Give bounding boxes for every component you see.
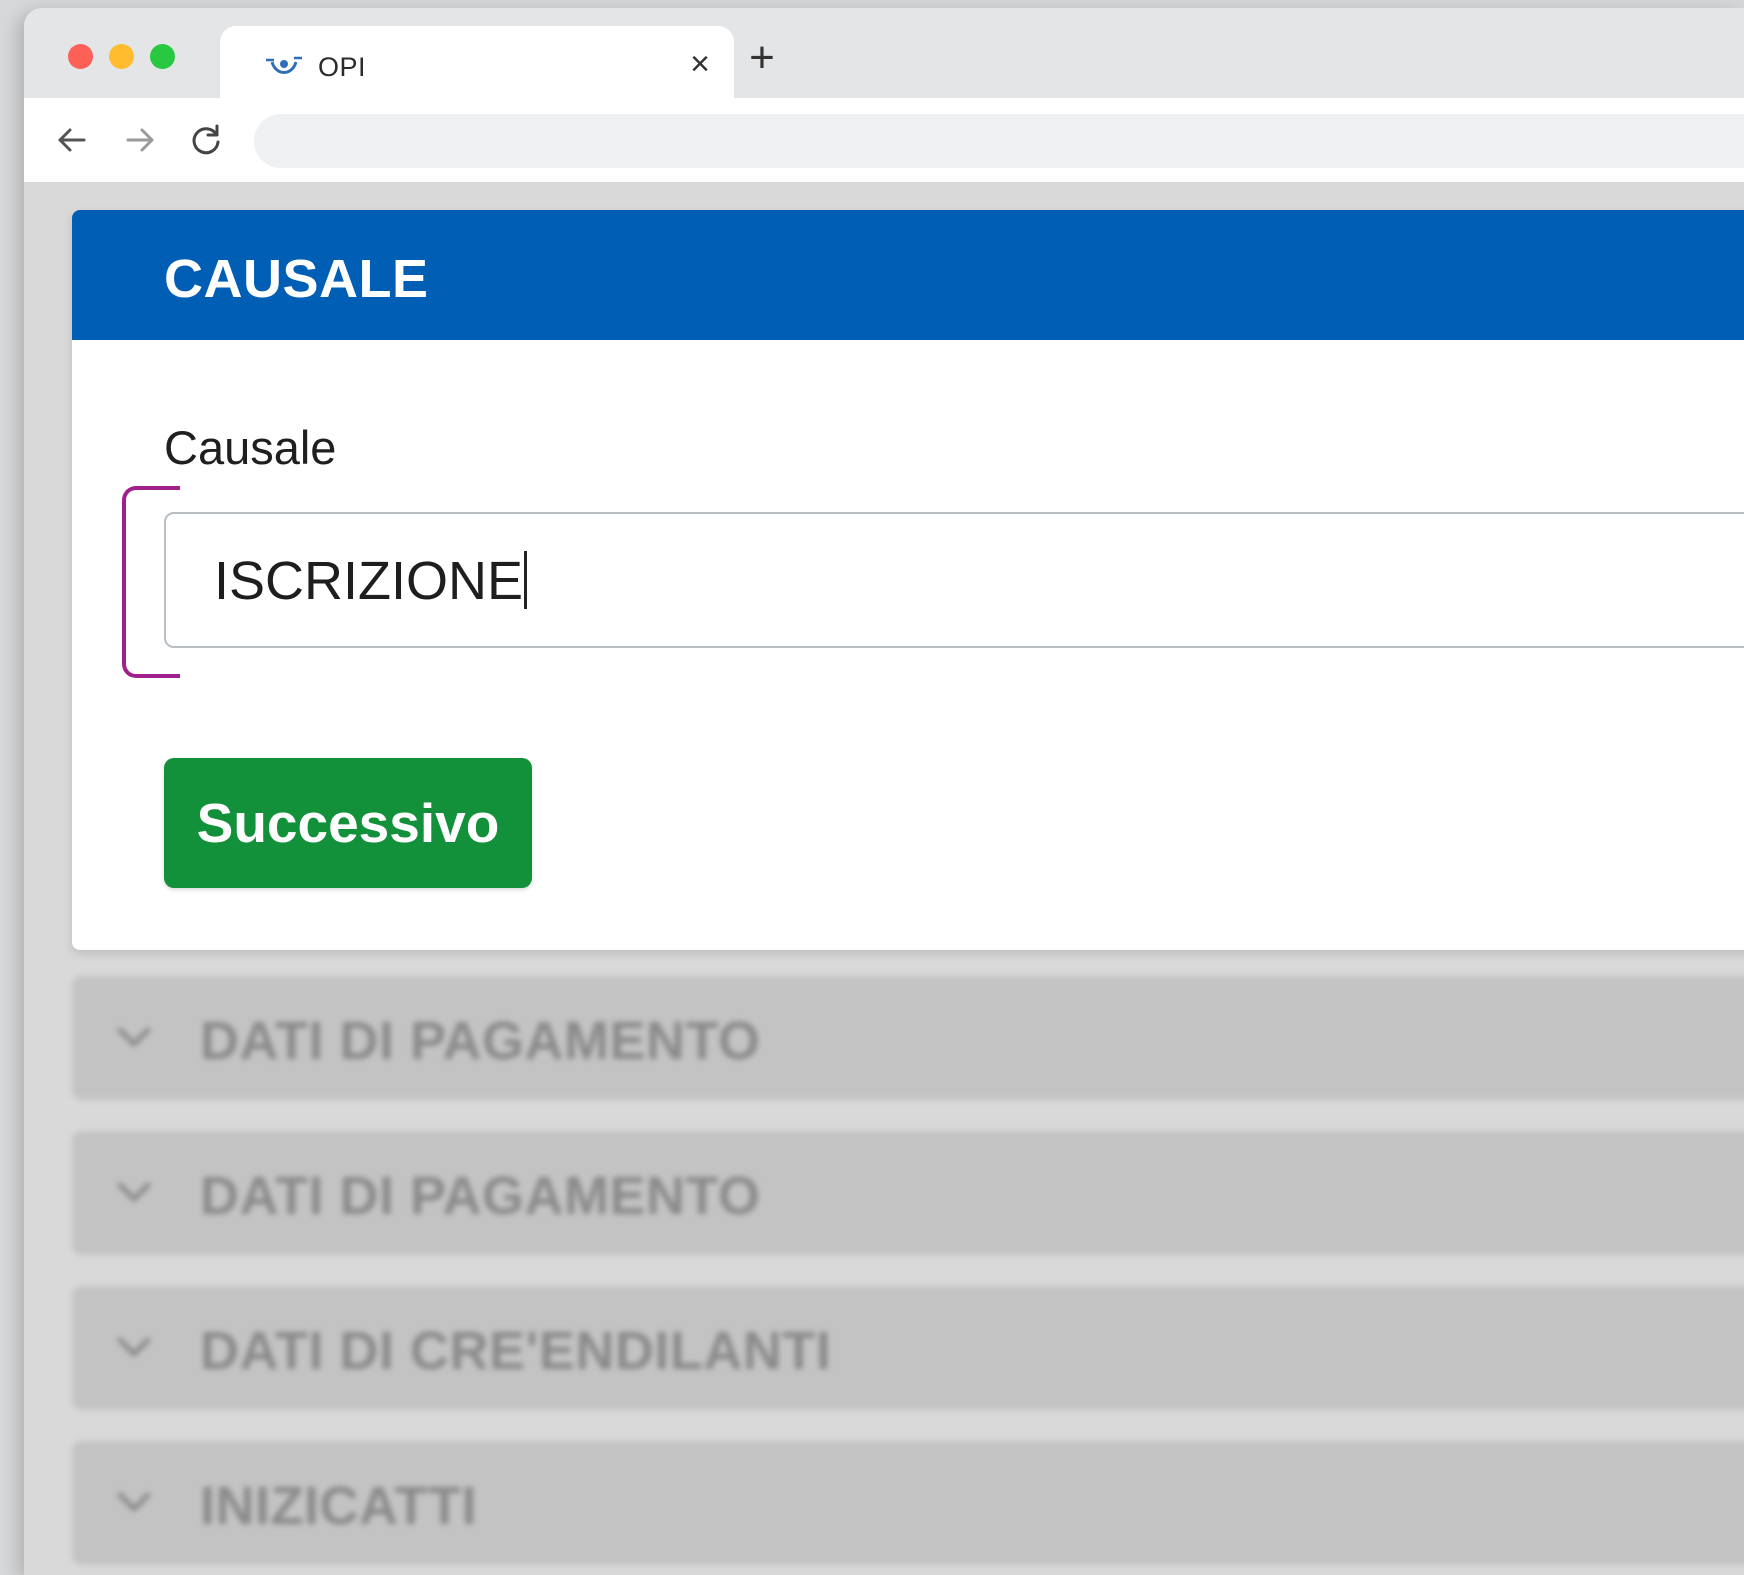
card-header: CAUSALE	[72, 210, 1744, 340]
chevron-down-icon	[117, 1027, 151, 1047]
close-window-button[interactable]	[68, 44, 93, 69]
new-tab-button[interactable]: +	[740, 36, 784, 80]
chevron-down-icon	[117, 1337, 151, 1357]
opi-logo-icon	[266, 56, 302, 74]
accordion-section[interactable]: DATI DI PAGAMENTO	[72, 976, 1744, 1100]
accordion-section[interactable]: DATI DI CRE'ENDILANTI	[72, 1286, 1744, 1410]
accordion-section[interactable]: DATI DI PAGAMENTO	[72, 1131, 1744, 1255]
address-bar[interactable]	[254, 114, 1744, 168]
arrow-right-icon[interactable]	[120, 120, 160, 160]
browser-tab[interactable]: OPI ×	[220, 26, 734, 104]
accordion-label: DATI DI PAGAMENTO	[200, 1011, 761, 1071]
reload-icon[interactable]	[186, 120, 226, 160]
accordion-label: DATI DI CRE'ENDILANTI	[200, 1321, 832, 1381]
browser-toolbar	[24, 98, 1744, 183]
page-content: CAUSALE Causale ISCRIZIONE Successivo DA…	[24, 183, 1744, 1575]
next-button[interactable]: Successivo	[164, 758, 532, 888]
card-title: CAUSALE	[164, 249, 429, 309]
causale-input[interactable]: ISCRIZIONE	[164, 512, 1744, 648]
accordion-section[interactable]: INIZICATTI	[72, 1441, 1744, 1565]
chevron-down-icon	[117, 1182, 151, 1202]
close-tab-icon[interactable]: ×	[684, 47, 716, 81]
causale-input-value: ISCRIZIONE	[214, 550, 528, 612]
maximize-window-button[interactable]	[150, 44, 175, 69]
accordion-label: INIZICATTI	[200, 1476, 477, 1536]
arrow-left-icon[interactable]	[52, 120, 92, 160]
chevron-down-icon	[117, 1492, 151, 1512]
causale-label: Causale	[164, 421, 337, 474]
causale-card: CAUSALE Causale ISCRIZIONE Successivo	[72, 210, 1744, 950]
tab-title: OPI	[318, 52, 367, 82]
minimize-window-button[interactable]	[109, 44, 134, 69]
title-bar: OPI × +	[24, 8, 1744, 104]
accordion-label: DATI DI PAGAMENTO	[200, 1166, 761, 1226]
browser-window: OPI × + CAUSALE Causale ISCRIZIONE Succe	[24, 8, 1744, 1575]
text-caret	[524, 551, 528, 609]
